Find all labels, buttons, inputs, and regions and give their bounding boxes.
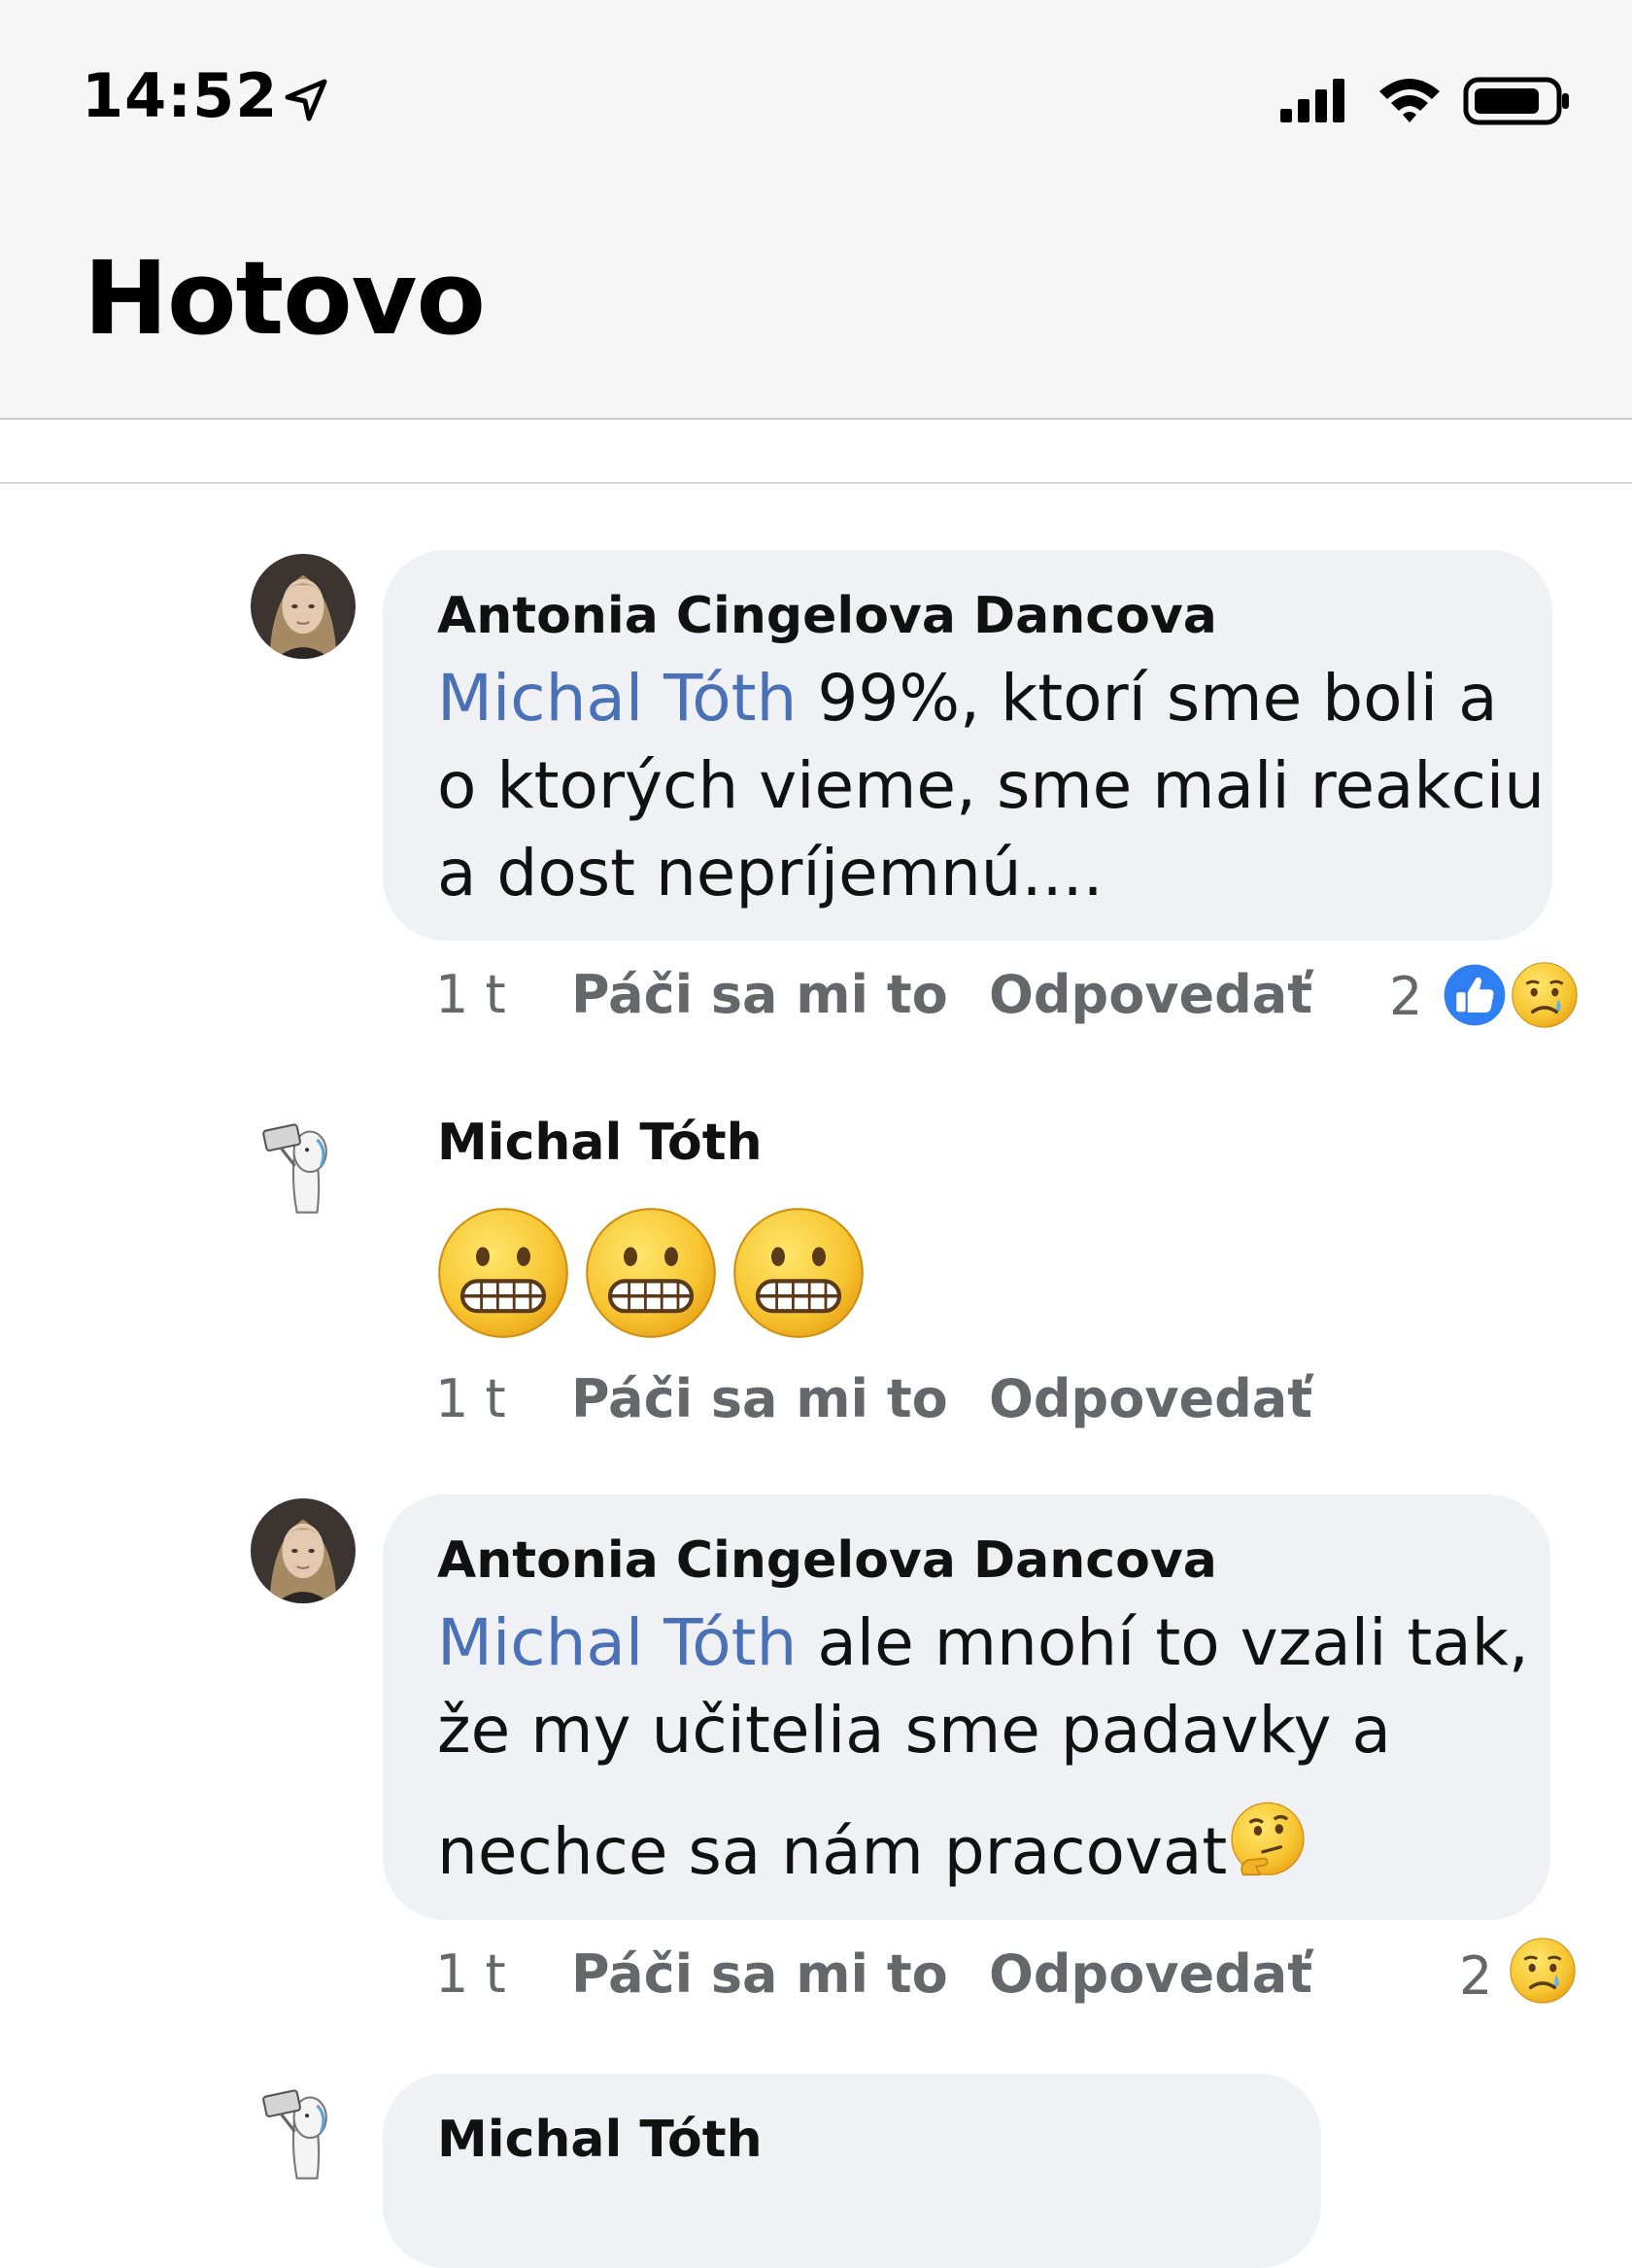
- grimacing-face-icon: [731, 1205, 867, 1341]
- reaction-count[interactable]: 2: [1459, 1945, 1492, 2007]
- like-icon[interactable]: [1440, 960, 1510, 1030]
- top-bar: 14:52 Hotovo: [0, 0, 1632, 420]
- comment-time: 1 t: [435, 964, 506, 1025]
- page-title[interactable]: Hotovo: [84, 239, 486, 358]
- like-button[interactable]: Páči sa mi to: [571, 1943, 948, 2005]
- comment-text-line: že my učitelia sme padavky a: [437, 1693, 1391, 1768]
- avatar[interactable]: [255, 2078, 356, 2194]
- comment-text-line: nechce sa nám pracovat: [437, 1800, 1309, 1889]
- like-button[interactable]: Páči sa mi to: [571, 964, 948, 1025]
- comment-text-line: o ktorých vieme, sme mali reakciu: [437, 748, 1546, 823]
- avatar[interactable]: [251, 1498, 356, 1603]
- comment-time: 1 t: [435, 1368, 506, 1429]
- comment-text-line: a dost nepríjemnú....: [437, 836, 1104, 911]
- comment-author[interactable]: Michal Tóth: [437, 1114, 763, 1172]
- header-divider-bar: [0, 420, 1632, 484]
- wifi-icon: [1379, 79, 1440, 122]
- comment-time: 1 t: [435, 1943, 506, 2005]
- reply-button[interactable]: Odpovedať: [989, 964, 1312, 1025]
- status-time: 14:52: [82, 60, 279, 131]
- comment-author[interactable]: Antonia Cingelova Dancova: [437, 1531, 1217, 1590]
- cellular-signal-icon: [1280, 79, 1344, 122]
- comment-text-line: Michal Tóth 99%, ktorí sme boli a: [437, 661, 1498, 736]
- reply-button[interactable]: Odpovedať: [989, 1943, 1312, 2005]
- comment-author[interactable]: Antonia Cingelova Dancova: [437, 587, 1217, 645]
- sad-icon[interactable]: [1510, 960, 1580, 1030]
- avatar[interactable]: [255, 1112, 356, 1228]
- reply-button[interactable]: Odpovedať: [989, 1368, 1312, 1429]
- thinking-face-icon: [1227, 1800, 1309, 1881]
- avatar[interactable]: [251, 554, 356, 659]
- comment-text-line: Michal Tóth ale mnohí to vzali tak,: [437, 1605, 1529, 1680]
- location-arrow-icon: [285, 79, 327, 121]
- like-button[interactable]: Páči sa mi to: [571, 1368, 948, 1429]
- grimacing-face-icon: [435, 1205, 571, 1341]
- mention-link[interactable]: Michal Tóth: [437, 661, 797, 736]
- reaction-count[interactable]: 2: [1389, 966, 1422, 1027]
- grimacing-face-icon: [583, 1205, 719, 1341]
- sad-icon[interactable]: [1508, 1936, 1578, 2006]
- comment-bubble: [383, 2074, 1321, 2268]
- comment-author[interactable]: Michal Tóth: [437, 2111, 763, 2169]
- battery-icon: [1463, 77, 1569, 125]
- mention-link[interactable]: Michal Tóth: [437, 1605, 797, 1680]
